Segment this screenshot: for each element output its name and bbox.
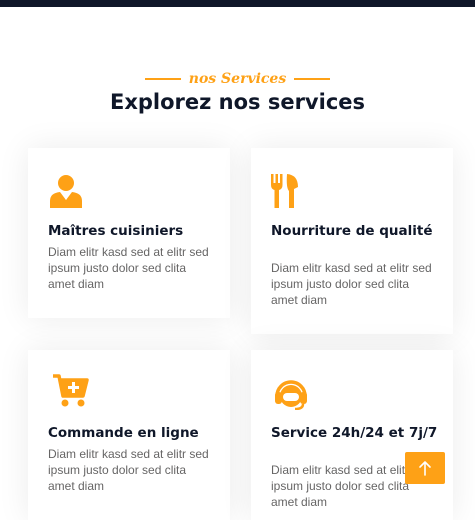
chef-icon xyxy=(50,175,82,208)
service-description: Diam elitr kasd sed at elitr sed ipsum j… xyxy=(48,245,209,291)
arrow-up-icon xyxy=(419,461,431,476)
service-card-online-order[interactable]: Commande en ligne Diam elitr kasd sed at… xyxy=(28,350,230,520)
service-title: Maîtres cuisiniers xyxy=(48,223,184,239)
back-to-top-button[interactable] xyxy=(405,452,445,484)
service-title: Commande en ligne xyxy=(48,425,199,441)
label-line-right xyxy=(294,78,331,80)
service-card-chefs[interactable]: Maîtres cuisiniers Diam elitr kasd sed a… xyxy=(28,148,230,318)
service-card-support[interactable]: Service 24h/24 et 7j/7 Diam elitr kasd s… xyxy=(251,350,453,520)
service-title: Service 24h/24 et 7j/7 xyxy=(271,425,438,441)
service-card-quality[interactable]: Nourriture de qualité Diam elitr kasd se… xyxy=(251,148,453,334)
top-navbar-edge xyxy=(0,0,475,7)
service-title: Nourriture de qualité xyxy=(271,223,433,239)
utensils-icon xyxy=(271,174,298,208)
headset-icon xyxy=(275,380,307,410)
section-heading: Explorez nos services xyxy=(109,90,366,114)
section-label-text: nos Services xyxy=(188,71,287,87)
cart-plus-icon xyxy=(53,374,89,407)
label-line-left xyxy=(144,78,181,80)
service-description: Diam elitr kasd sed at elitr sed ipsum j… xyxy=(48,447,209,493)
section-label: nos Services xyxy=(0,70,475,88)
service-description: Diam elitr kasd sed at elitr sed ipsum j… xyxy=(271,261,432,307)
